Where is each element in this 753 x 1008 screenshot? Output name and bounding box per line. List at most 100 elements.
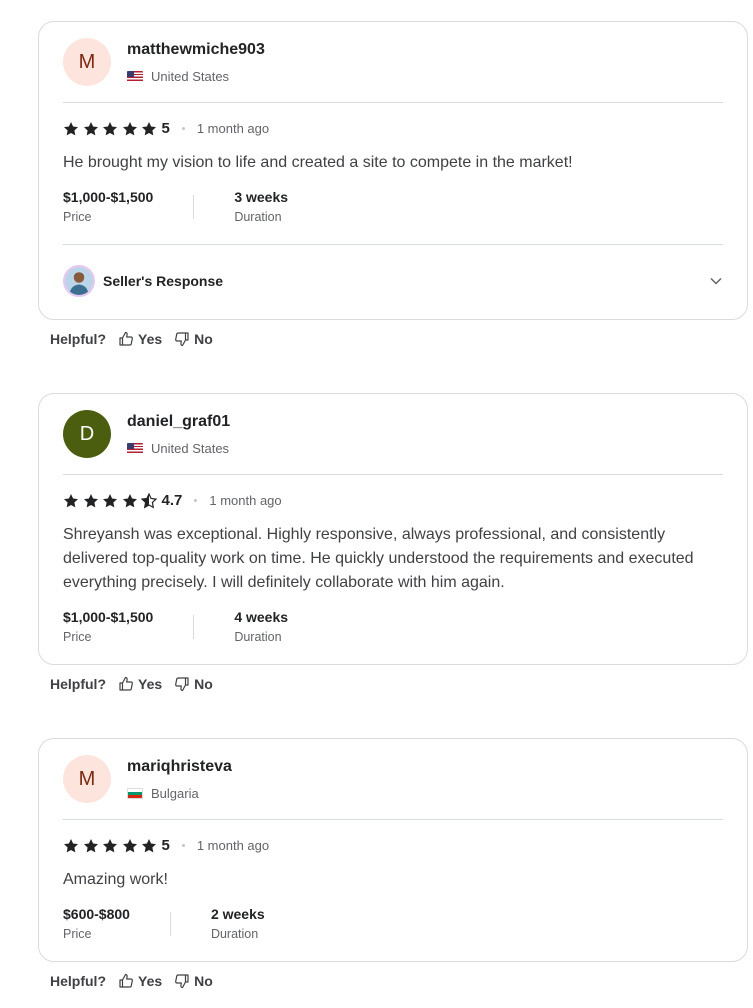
thumbs-down-icon bbox=[175, 332, 189, 347]
thumbs-up-icon bbox=[119, 973, 133, 988]
duration-label: Duration bbox=[234, 210, 282, 224]
helpful-row: Helpful? Yes No bbox=[50, 331, 213, 347]
review-time: 1 month ago bbox=[209, 493, 282, 508]
divider bbox=[63, 102, 723, 103]
star-rating bbox=[63, 492, 161, 509]
reviewer-country: United States bbox=[127, 69, 229, 84]
duration-block: 2 weeks Duration bbox=[211, 906, 265, 941]
price-block: $1,000-$1,500 Price bbox=[63, 609, 153, 644]
reviewer-username[interactable]: mariqhristeva bbox=[127, 758, 232, 776]
yes-label: Yes bbox=[138, 973, 163, 989]
star-rating bbox=[63, 838, 161, 854]
duration-value: 3 weeks bbox=[234, 189, 289, 205]
review-card: M matthewmiche903 United States 5 1 mont… bbox=[38, 21, 748, 320]
thumbs-up-icon bbox=[119, 331, 133, 346]
chevron-down-icon[interactable] bbox=[709, 274, 723, 288]
helpful-row: Helpful? Yes No bbox=[50, 676, 213, 692]
duration-block: 3 weeks Duration bbox=[234, 189, 288, 224]
helpful-no-button[interactable]: No bbox=[174, 331, 213, 347]
helpful-no-button[interactable]: No bbox=[174, 973, 213, 989]
yes-label: Yes bbox=[138, 331, 163, 347]
separator-dot bbox=[194, 499, 198, 502]
avatar: M bbox=[63, 755, 111, 803]
duration-value: 2 weeks bbox=[210, 906, 265, 922]
star-filled-icon bbox=[122, 493, 137, 507]
no-label: No bbox=[194, 331, 213, 347]
helpful-yes-button[interactable]: Yes bbox=[118, 676, 162, 692]
vertical-divider bbox=[193, 194, 195, 219]
price-block: $600-$800 Price bbox=[63, 906, 130, 941]
reviewer-country: Bulgaria bbox=[127, 786, 199, 801]
review-card: D daniel_graf01 United States 4.7 1 mont… bbox=[38, 393, 748, 665]
star-filled-icon bbox=[122, 838, 137, 852]
separator-dot bbox=[181, 127, 185, 130]
helpful-label: Helpful? bbox=[50, 676, 106, 692]
star-filled-icon bbox=[64, 121, 78, 135]
review-time: 1 month ago bbox=[196, 838, 270, 853]
star-filled-icon bbox=[64, 838, 78, 852]
review-meta: $600-$800 Price 2 weeks Duration bbox=[63, 906, 265, 941]
vertical-divider bbox=[193, 614, 195, 639]
avatar: D bbox=[63, 410, 111, 458]
star-rating bbox=[63, 121, 161, 137]
star-filled-icon bbox=[122, 121, 137, 135]
duration-value: 4 weeks bbox=[234, 609, 289, 625]
divider bbox=[63, 819, 723, 820]
price-value: $1,000-$1,500 bbox=[63, 609, 154, 625]
price-label: Price bbox=[63, 927, 92, 941]
thumbs-down-icon bbox=[175, 974, 189, 989]
country-label: United States bbox=[151, 69, 230, 84]
rating-value: 4.7 bbox=[161, 492, 183, 509]
divider bbox=[63, 474, 723, 475]
separator-dot bbox=[181, 844, 185, 847]
review-meta: $1,000-$1,500 Price 4 weeks Duration bbox=[63, 609, 288, 644]
review-text: Amazing work! bbox=[63, 871, 168, 888]
star-filled-icon bbox=[142, 838, 156, 852]
seller-response-toggle[interactable]: Seller's Response bbox=[63, 265, 723, 297]
no-label: No bbox=[194, 973, 213, 989]
helpful-no-button[interactable]: No bbox=[174, 676, 213, 692]
divider bbox=[63, 244, 723, 245]
vertical-divider bbox=[169, 911, 171, 936]
review-meta: $1,000-$1,500 Price 3 weeks Duration bbox=[63, 189, 288, 224]
avatar: M bbox=[63, 38, 111, 86]
price-label: Price bbox=[63, 210, 92, 224]
duration-label: Duration bbox=[210, 927, 259, 941]
seller-avatar bbox=[63, 265, 95, 297]
rating-value: 5 bbox=[161, 837, 170, 854]
us-flag-icon bbox=[127, 71, 143, 82]
review-time: 1 month ago bbox=[196, 121, 270, 136]
duration-block: 4 weeks Duration bbox=[234, 609, 288, 644]
reviewer-username[interactable]: daniel_graf01 bbox=[127, 413, 230, 431]
seller-photo-icon bbox=[65, 267, 93, 295]
review-text: Shreyansh was exceptional. Highly respon… bbox=[63, 526, 694, 591]
star-filled-icon bbox=[83, 493, 98, 507]
rating-row: 5 1 month ago bbox=[63, 120, 269, 137]
reviewer-username[interactable]: matthewmiche903 bbox=[127, 41, 265, 59]
seller-response-label[interactable]: Seller's Response bbox=[103, 273, 709, 289]
star-filled-icon bbox=[83, 838, 98, 852]
star-filled-icon bbox=[142, 121, 156, 135]
yes-label: Yes bbox=[138, 676, 163, 692]
price-value: $600-$800 bbox=[63, 906, 130, 922]
star-filled-icon bbox=[103, 838, 117, 852]
review-text: He brought my vision to life and created… bbox=[63, 154, 573, 171]
star-half-icon bbox=[141, 492, 157, 509]
star-filled-icon bbox=[64, 493, 78, 507]
thumbs-up-icon bbox=[119, 676, 133, 691]
star-filled-icon bbox=[83, 121, 98, 135]
star-filled-icon bbox=[103, 493, 117, 507]
bg-flag-icon bbox=[127, 788, 143, 799]
price-label: Price bbox=[63, 630, 92, 644]
duration-label: Duration bbox=[234, 630, 282, 644]
rating-value: 5 bbox=[161, 120, 170, 137]
helpful-label: Helpful? bbox=[50, 973, 106, 989]
reviewer-country: United States bbox=[127, 441, 229, 456]
helpful-yes-button[interactable]: Yes bbox=[118, 973, 162, 989]
rating-row: 4.7 1 month ago bbox=[63, 492, 282, 509]
price-block: $1,000-$1,500 Price bbox=[63, 189, 153, 224]
no-label: No bbox=[194, 676, 213, 692]
country-label: Bulgaria bbox=[151, 786, 199, 801]
thumbs-down-icon bbox=[175, 677, 189, 692]
helpful-yes-button[interactable]: Yes bbox=[118, 331, 162, 347]
